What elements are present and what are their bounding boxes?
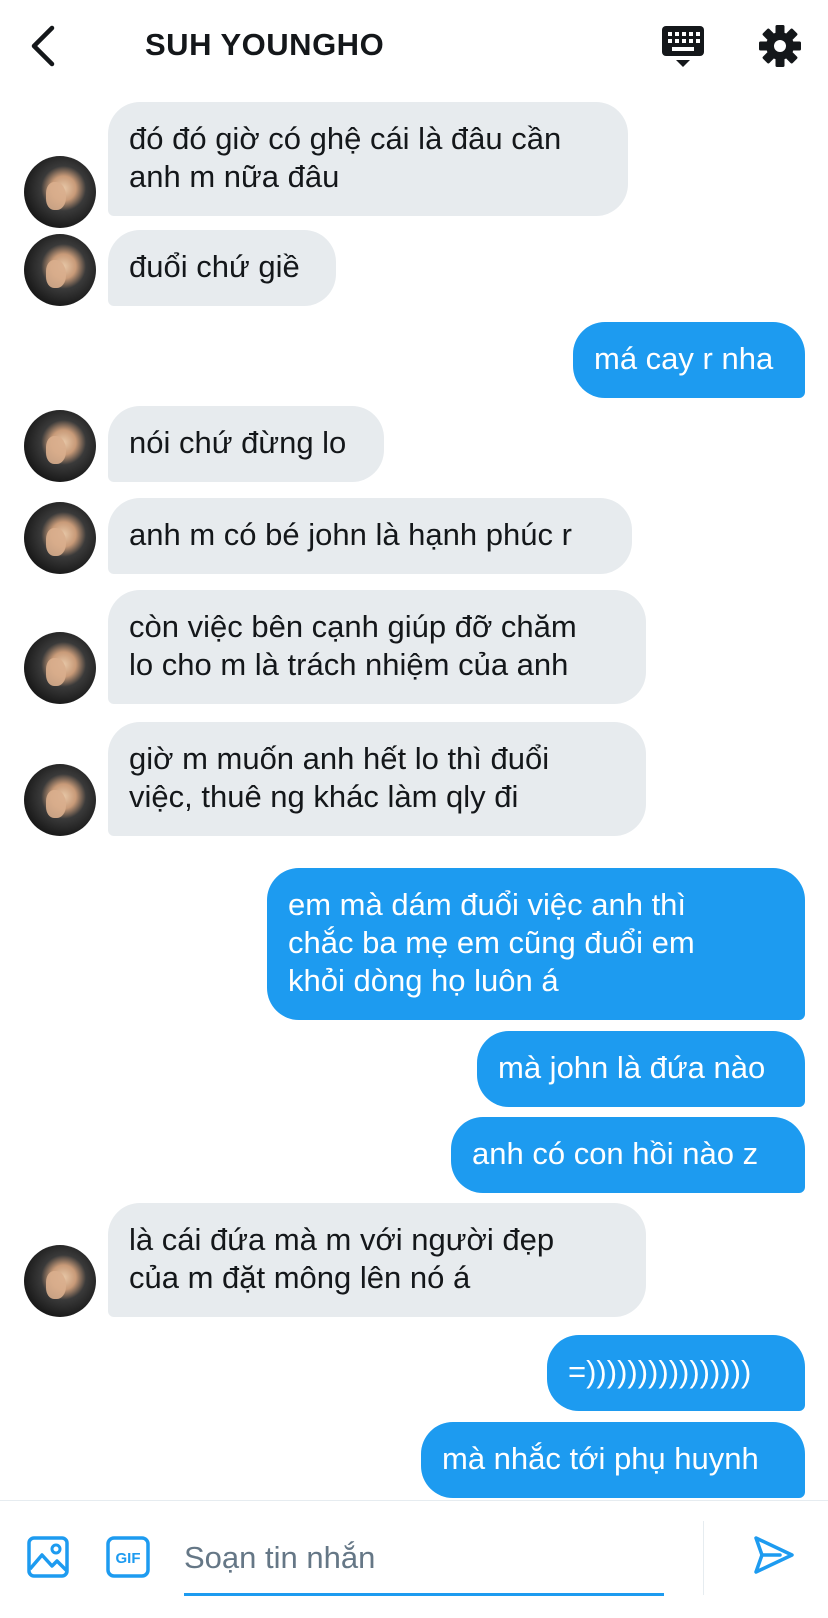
message-bubble-outgoing[interactable]: em mà dám đuổi việc anh thì chắc ba mẹ e…	[267, 868, 805, 1020]
message-row-outgoing: em mà dám đuổi việc anh thì chắc ba mẹ e…	[0, 868, 828, 1020]
avatar[interactable]	[24, 1245, 96, 1317]
chevron-left-icon[interactable]	[24, 22, 64, 70]
gear-icon[interactable]	[758, 24, 802, 68]
gif-icon[interactable]: GIF	[106, 1536, 150, 1578]
conversation-header: SUH YOUNGHO	[0, 0, 828, 90]
keyboard-icon[interactable]	[660, 24, 706, 68]
avatar[interactable]	[24, 764, 96, 836]
message-row-outgoing: mà john là đứa nào	[0, 1031, 828, 1107]
message-bubble-outgoing[interactable]: =))))))))))))))))	[547, 1335, 805, 1411]
message-bubble-incoming[interactable]: giờ m muốn anh hết lo thì đuổi việc, thu…	[108, 722, 646, 836]
message-row-incoming: còn việc bên cạnh giúp đỡ chăm lo cho m …	[0, 590, 828, 704]
message-bubble-incoming[interactable]: đó đó giờ có ghệ cái là đâu cần anh m nữ…	[108, 102, 628, 216]
message-bubble-incoming[interactable]: anh m có bé john là hạnh phúc r	[108, 498, 632, 574]
message-row-incoming: nói chứ đừng lo	[0, 406, 828, 482]
message-row-outgoing: má cay r nha	[0, 322, 828, 398]
message-bubble-incoming[interactable]: đuổi chứ giề	[108, 230, 336, 306]
send-icon[interactable]	[752, 1533, 796, 1577]
message-row-incoming: giờ m muốn anh hết lo thì đuổi việc, thu…	[0, 722, 828, 836]
message-row-incoming: đó đó giờ có ghệ cái là đâu cần anh m nữ…	[0, 102, 828, 228]
message-input[interactable]	[184, 1523, 664, 1596]
message-row-outgoing: =))))))))))))))))	[0, 1335, 828, 1411]
message-bubble-outgoing[interactable]: anh có con hồi nào z	[451, 1117, 805, 1193]
image-icon[interactable]	[26, 1535, 70, 1579]
message-row-incoming: anh m có bé john là hạnh phúc r	[0, 498, 828, 574]
avatar[interactable]	[24, 156, 96, 228]
message-row-outgoing: anh có con hồi nào z	[0, 1117, 828, 1193]
message-bubble-outgoing[interactable]: mà john là đứa nào	[477, 1031, 805, 1107]
message-bubble-outgoing[interactable]: má cay r nha	[573, 322, 805, 398]
gif-label: GIF	[116, 1550, 141, 1567]
composer-divider	[703, 1521, 704, 1595]
message-bubble-incoming[interactable]: là cái đứa mà m với người đẹp của m đặt …	[108, 1203, 646, 1317]
message-row-incoming: đuổi chứ giề	[0, 230, 828, 306]
message-thread[interactable]: đó đó giờ có ghệ cái là đâu cần anh m nữ…	[0, 90, 828, 1500]
avatar[interactable]	[24, 632, 96, 704]
avatar[interactable]	[24, 410, 96, 482]
message-row-outgoing: mà nhắc tới phụ huynh	[0, 1422, 828, 1498]
message-bubble-incoming[interactable]: nói chứ đừng lo	[108, 406, 384, 482]
avatar[interactable]	[24, 234, 96, 306]
message-bubble-outgoing[interactable]: mà nhắc tới phụ huynh	[421, 1422, 805, 1498]
conversation-title: SUH YOUNGHO	[145, 27, 385, 62]
avatar[interactable]	[24, 502, 96, 574]
message-row-incoming: là cái đứa mà m với người đẹp của m đặt …	[0, 1203, 828, 1317]
message-composer: GIF	[0, 1500, 828, 1618]
message-bubble-incoming[interactable]: còn việc bên cạnh giúp đỡ chăm lo cho m …	[108, 590, 646, 704]
